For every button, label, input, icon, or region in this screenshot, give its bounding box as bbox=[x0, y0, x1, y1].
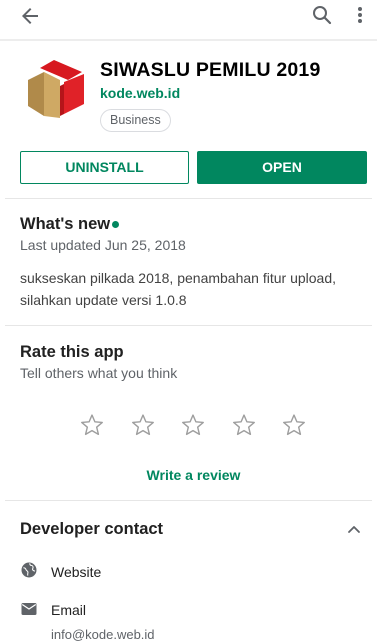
star-rating bbox=[78, 411, 308, 439]
developer-contact-title[interactable]: Developer contact bbox=[20, 520, 163, 539]
top-app-bar bbox=[0, 0, 377, 32]
email-label[interactable]: Email bbox=[51, 602, 86, 618]
app-title: SIWASLU PEMILU 2019 bbox=[100, 59, 321, 81]
star-2-icon[interactable] bbox=[129, 411, 157, 439]
chevron-up-icon[interactable] bbox=[344, 519, 364, 539]
globe-icon bbox=[20, 561, 38, 579]
top-bar-divider bbox=[0, 39, 377, 41]
rate-app-title: Rate this app bbox=[20, 343, 124, 361]
star-3-icon[interactable] bbox=[179, 411, 207, 439]
back-arrow-icon[interactable] bbox=[18, 4, 42, 28]
new-indicator-dot bbox=[112, 221, 119, 228]
more-vert-icon[interactable] bbox=[350, 3, 370, 27]
section-divider bbox=[5, 500, 372, 501]
open-button[interactable]: OPEN bbox=[197, 151, 367, 184]
mail-icon bbox=[20, 600, 38, 618]
star-1-icon[interactable] bbox=[78, 411, 106, 439]
website-link[interactable]: Website bbox=[51, 564, 101, 580]
star-5-icon[interactable] bbox=[280, 411, 308, 439]
uninstall-button[interactable]: UNINSTALL bbox=[20, 151, 189, 184]
section-divider bbox=[5, 325, 372, 326]
email-address[interactable]: info@kode.web.id bbox=[51, 627, 155, 641]
section-divider bbox=[5, 198, 372, 199]
whats-new-title[interactable]: What's new bbox=[20, 215, 110, 234]
app-logo-icon bbox=[20, 56, 88, 124]
write-review-link[interactable]: Write a review bbox=[0, 467, 377, 483]
category-chip[interactable]: Business bbox=[100, 109, 171, 132]
search-icon[interactable] bbox=[310, 3, 334, 27]
release-notes: sukseskan pilkada 2018, penambahan fitur… bbox=[20, 270, 336, 308]
rate-app-subtitle: Tell others what you think bbox=[20, 365, 178, 381]
developer-link[interactable]: kode.web.id bbox=[100, 85, 180, 101]
last-updated-text: Last updated Jun 25, 2018 bbox=[20, 237, 186, 253]
star-4-icon[interactable] bbox=[230, 411, 258, 439]
